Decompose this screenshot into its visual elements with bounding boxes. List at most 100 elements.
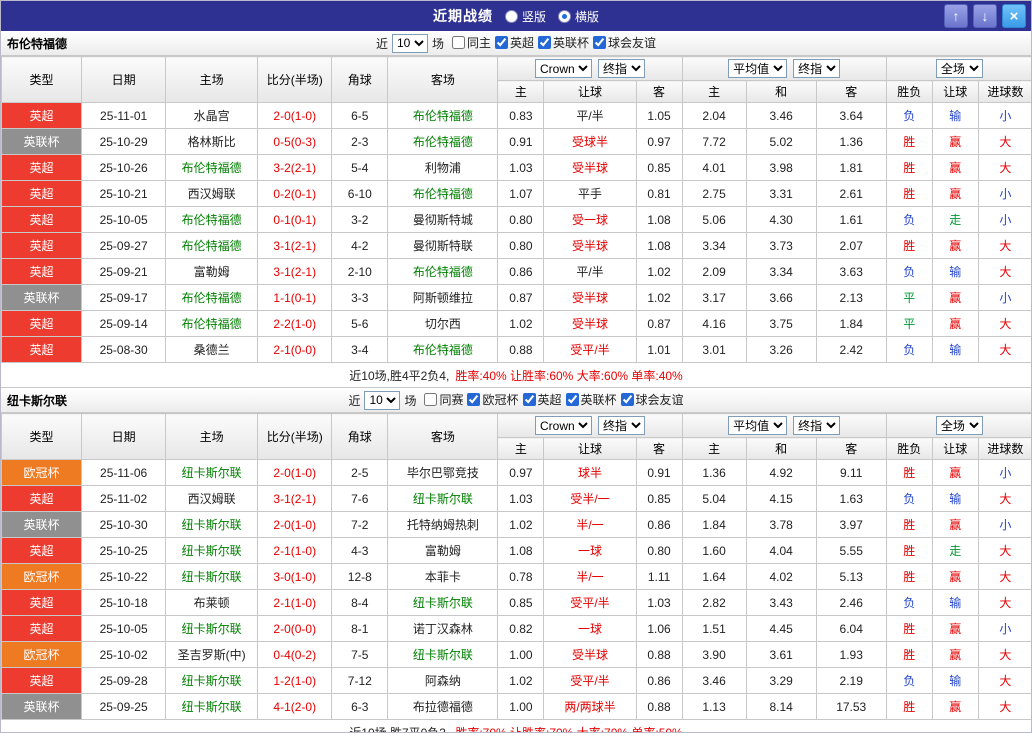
handicap-outcome: 输 (931, 589, 979, 616)
euro-home-odds: 7.72 (681, 128, 747, 155)
handicap-outcome: 赢 (931, 310, 979, 337)
home-team: 圣吉罗斯(中) (165, 641, 259, 668)
euro-draw-odds: 3.31 (745, 180, 817, 207)
layout-radio-horizontal[interactable]: 横版 (558, 8, 599, 25)
euro-final-select[interactable]: 终指 (793, 59, 841, 78)
euro-home-odds: 2.04 (681, 102, 747, 129)
result-outcome: 胜 (885, 693, 933, 720)
filter-checkbox-欧冠杯[interactable]: 欧冠杯 (467, 391, 519, 408)
away-team: 布伦特福德 (387, 128, 499, 155)
euro-away-odds: 3.64 (815, 102, 887, 129)
match-count-select[interactable]: 10 (391, 33, 428, 53)
euro-final-select[interactable]: 终指 (793, 416, 841, 435)
asian-handicap: 平手 (543, 180, 637, 207)
checkbox-input[interactable] (495, 36, 508, 49)
match-date: 25-10-18 (81, 589, 167, 616)
asian-away-odds: 1.06 (635, 615, 683, 642)
average-select[interactable]: 平均值 (728, 59, 788, 78)
checkbox-input[interactable] (620, 393, 634, 406)
handicap-outcome: 赢 (931, 693, 979, 720)
sub-header-euro-home: 主 (681, 437, 747, 460)
checkbox-input[interactable] (424, 393, 438, 406)
filter-checkbox-同主[interactable]: 同主 (451, 34, 491, 51)
asian-final-select[interactable]: 终指 (597, 416, 645, 435)
filter-checkbox-英超[interactable]: 英超 (495, 34, 534, 51)
radio-unselected-icon[interactable] (504, 9, 518, 23)
goals-outcome: 小 (977, 459, 1031, 486)
brentford-summary-bar: 近10场,胜4平2负4, 胜率:40% 让胜率:60% 大率:60% 单率:40… (1, 363, 1031, 388)
league-badge: 英超 (1, 258, 83, 285)
filter-checkbox-球会友谊[interactable]: 球会友谊 (593, 34, 656, 51)
checkbox-input[interactable] (593, 36, 607, 49)
checkbox-input[interactable] (522, 393, 536, 406)
col-header-type: 类型 (1, 413, 83, 460)
match-count-select[interactable]: 10 (364, 390, 401, 410)
close-button[interactable]: × (1002, 4, 1026, 28)
sub-header-result: 胜负 (885, 80, 933, 103)
checkbox-label: 英联杯 (580, 393, 617, 407)
result-outcome: 负 (885, 258, 933, 285)
match-row: 英超 25-09-28 纽卡斯尔联 1-2(1-0) 7-12 阿森纳 1.02 受平/半 0.… (1, 667, 1031, 694)
handicap-outcome: 赢 (931, 232, 979, 259)
score: 0-5(0-3) (257, 128, 333, 155)
layout-radio-vertical[interactable]: 竖版 (504, 8, 546, 25)
asian-home-odds: 0.82 (497, 615, 545, 642)
match-row: 英超 25-11-02 西汉姆联 3-1(2-1) 7-6 纽卡斯尔联 1.03 受半/一 0.… (1, 485, 1031, 512)
euro-draw-odds: 3.98 (745, 154, 817, 181)
average-select[interactable]: 平均值 (728, 416, 788, 435)
checkbox-label: 同赛 (439, 393, 464, 407)
scope-select[interactable]: 全场 (935, 416, 983, 435)
league-badge: 英联杯 (1, 693, 83, 720)
match-row: 英联杯 25-09-17 布伦特福德 1-1(0-1) 3-3 阿斯顿维拉 0.87 受半球 1… (1, 284, 1031, 311)
asian-home-odds: 1.03 (497, 485, 545, 512)
sub-header-euro-home: 主 (681, 80, 747, 103)
bookmaker-select[interactable]: Crown (534, 59, 592, 78)
handicap-outcome: 赢 (931, 128, 979, 155)
corners: 5-4 (331, 154, 389, 181)
match-date: 25-09-17 (81, 284, 167, 311)
checkbox-input[interactable] (467, 393, 481, 406)
checkbox-input[interactable] (538, 36, 552, 49)
home-team: 桑德兰 (165, 336, 259, 363)
league-badge: 英超 (1, 589, 83, 616)
filter-checkbox-英联杯[interactable]: 英联杯 (565, 391, 617, 408)
filter-checkbox-英联杯[interactable]: 英联杯 (538, 34, 589, 51)
home-team: 纽卡斯尔联 (165, 615, 259, 642)
goals-outcome: 大 (977, 154, 1031, 181)
filter-checkbox-英超[interactable]: 英超 (522, 391, 562, 408)
bookmaker-select[interactable]: Crown (534, 416, 592, 435)
sub-header-asian-home: 主 (497, 437, 545, 460)
radio-selected-icon[interactable] (558, 9, 571, 23)
checkbox-input[interactable] (451, 36, 465, 49)
scope-select[interactable]: 全场 (935, 59, 983, 78)
asian-handicap: 受球半 (543, 128, 637, 155)
home-team: 格林斯比 (165, 128, 259, 155)
home-team: 纽卡斯尔联 (165, 667, 259, 694)
euro-away-odds: 17.53 (815, 693, 887, 720)
away-team: 布拉德福德 (387, 693, 499, 720)
match-date: 25-10-05 (81, 615, 167, 642)
radio-horizontal-label: 横版 (575, 9, 600, 24)
sub-header-euro-away: 客 (815, 437, 887, 460)
home-team: 布伦特福德 (165, 284, 259, 311)
asian-home-odds: 1.03 (497, 154, 545, 181)
down-button[interactable]: ↓ (973, 4, 997, 28)
handicap-outcome: 输 (931, 485, 979, 512)
filter-checkbox-同赛[interactable]: 同赛 (424, 391, 463, 408)
euro-draw-odds: 3.75 (745, 310, 817, 337)
col-header-corners: 角球 (331, 56, 389, 103)
league-badge: 英超 (1, 485, 83, 512)
handicap-outcome: 赢 (931, 180, 979, 207)
up-button[interactable]: ↑ (944, 4, 968, 28)
result-outcome: 负 (885, 667, 933, 694)
asian-final-select[interactable]: 终指 (597, 59, 645, 78)
checkbox-input[interactable] (565, 393, 579, 406)
euro-home-odds: 5.04 (681, 485, 747, 512)
asian-home-odds: 1.02 (497, 310, 545, 337)
score: 1-1(0-1) (257, 284, 333, 311)
filter-checkbox-球会友谊[interactable]: 球会友谊 (620, 391, 684, 408)
col-header-date: 日期 (81, 56, 167, 103)
euro-away-odds: 1.36 (815, 128, 887, 155)
radio-vertical-label: 竖版 (521, 9, 546, 24)
asian-home-odds: 0.83 (497, 102, 545, 129)
